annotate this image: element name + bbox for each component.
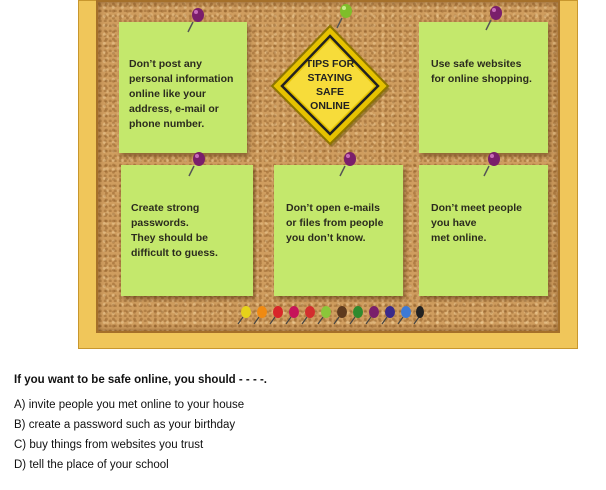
push-pin-icon — [188, 152, 205, 177]
push-pin-icon — [336, 4, 352, 29]
push-pin-icon — [339, 152, 356, 177]
note-text: Don’t meet people you have met online. — [431, 202, 523, 244]
sticky-note-top-left: Don’t post any personal information onli… — [119, 22, 247, 153]
quiz-question: If you want to be safe online, you shoul… — [14, 374, 267, 386]
sticky-note-top-right: Use safe websites for online shopping. — [419, 22, 548, 153]
sticky-note-bottom-right: Don’t meet people you have met online. — [419, 165, 548, 296]
note-text: Don’t open e-mails or files from people … — [286, 202, 384, 244]
note-text: Don’t post any personal information onli… — [129, 58, 234, 130]
sticky-note-bottom-left: Create strong passwords. They should be … — [121, 165, 253, 296]
sticky-note-bottom-middle: Don’t open e-mails or files from people … — [274, 165, 403, 296]
thumbtack-row-icon — [237, 306, 424, 325]
tips-sign: TIPS FOR STAYING SAFE ONLINE — [268, 24, 392, 148]
note-text: Create strong passwords. They should be … — [131, 202, 218, 259]
push-pin-icon — [483, 152, 500, 177]
answer-option-d[interactable]: D) tell the place of your school — [14, 458, 244, 478]
note-text: Use safe websites for online shopping. — [431, 58, 532, 85]
answer-options: A) invite people you met online to your … — [14, 398, 244, 478]
sign-text: TIPS FOR STAYING SAFE ONLINE — [305, 58, 355, 112]
answer-option-b[interactable]: B) create a password such as your birthd… — [14, 418, 244, 438]
push-pin-icon — [187, 8, 204, 33]
answer-option-a[interactable]: A) invite people you met online to your … — [14, 398, 244, 418]
push-pin-icon — [485, 6, 502, 31]
answer-option-c[interactable]: C) buy things from websites you trust — [14, 438, 244, 458]
